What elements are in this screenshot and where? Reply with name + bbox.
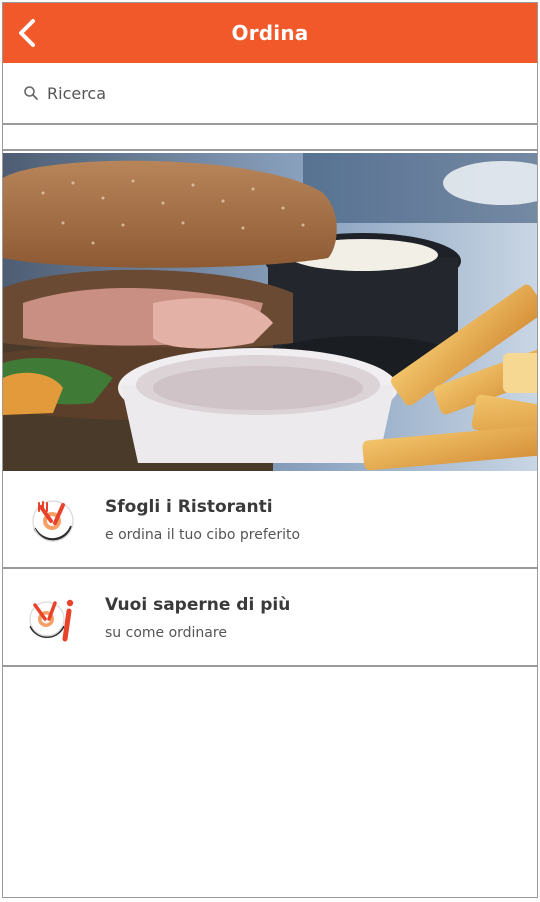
- list-item-title: Sfogli i Ristoranti: [105, 497, 273, 517]
- list-item-title: Vuoi saperne di più: [105, 595, 291, 615]
- app-frame: Ordina Ricerca Sfogli i Ristoranti e ord…: [2, 2, 538, 898]
- burger-fries-photo: [3, 153, 537, 471]
- list-item-browse-restaurants[interactable]: Sfogli i Ristoranti e ordina il tuo cibo…: [3, 471, 537, 569]
- app-header: Ordina: [3, 3, 537, 63]
- search-input[interactable]: [45, 82, 469, 104]
- search-bar[interactable]: [3, 63, 537, 125]
- list-item-learn-more[interactable]: Vuoi saperne di più su come ordinare: [3, 569, 537, 667]
- plate-info-icon: [29, 599, 74, 642]
- list-item-subtitle: su come ordinare: [105, 625, 227, 641]
- search-icon: [23, 85, 39, 101]
- chevron-left-icon: [19, 19, 35, 47]
- back-button[interactable]: [9, 13, 45, 53]
- divider-bar: [3, 125, 537, 151]
- list-item-subtitle: e ordina il tuo cibo preferito: [105, 527, 301, 543]
- page-title: Ordina: [231, 21, 309, 45]
- hero-image: [3, 153, 537, 471]
- plate-fork-icon: [32, 500, 74, 542]
